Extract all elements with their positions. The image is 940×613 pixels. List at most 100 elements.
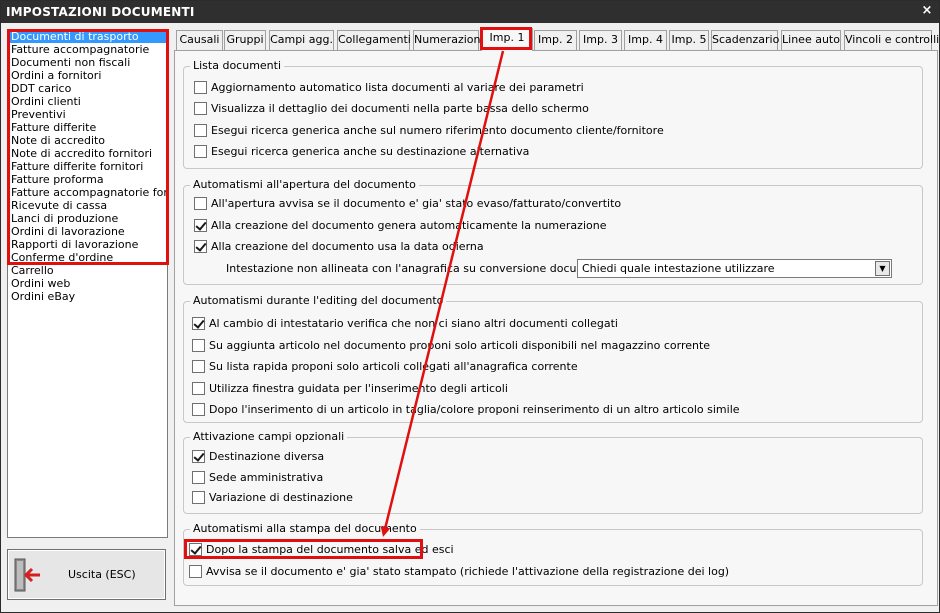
list-item[interactable]: Ricevute di cassa xyxy=(8,199,167,212)
window-titlebar: IMPOSTAZIONI DOCUMENTI × xyxy=(1,1,939,23)
option-row[interactable]: Su lista rapida proponi solo articoli co… xyxy=(192,358,578,374)
group-title: Automatismi durante l'editing del docume… xyxy=(190,294,447,307)
option-row[interactable]: Dopo la stampa del documento salva ed es… xyxy=(189,541,454,557)
checkbox[interactable] xyxy=(189,542,202,556)
option-row[interactable]: Esegui ricerca generica anche sul numero… xyxy=(194,122,664,138)
group-title: Attivazione campi opzionali xyxy=(190,430,348,443)
intestazione-select[interactable]: Chiedi quale intestazione utilizzare ▼ xyxy=(577,259,892,278)
option-label: All'apertura avvisa se il documento e' g… xyxy=(211,196,622,210)
list-item[interactable]: Documenti non fiscali xyxy=(8,56,167,69)
list-item[interactable]: Fatture differite xyxy=(8,121,167,134)
list-item[interactable]: Ordini di lavorazione xyxy=(8,225,167,238)
option-label: Esegui ricerca generica anche su destina… xyxy=(211,144,530,158)
checkbox[interactable] xyxy=(194,80,207,94)
option-label: Destinazione diversa xyxy=(209,449,325,463)
option-row[interactable]: Visualizza il dettaglio dei documenti ne… xyxy=(194,100,589,116)
tab-imp-2[interactable]: Imp. 2 xyxy=(534,30,577,50)
checkbox[interactable] xyxy=(194,196,207,210)
checkbox[interactable] xyxy=(192,338,205,352)
checkbox[interactable] xyxy=(194,218,207,232)
option-label: Dopo l'inserimento di un articolo in tag… xyxy=(209,402,740,416)
checkbox[interactable] xyxy=(192,402,205,416)
checkbox[interactable] xyxy=(192,381,205,395)
option-label: Al cambio di intestatario verifica che n… xyxy=(209,316,618,330)
document-type-list[interactable]: Documenti di trasporto Fatture accompagna… xyxy=(7,29,168,538)
list-item[interactable]: Fatture proforma xyxy=(8,173,167,186)
option-row[interactable]: Variazione di destinazione xyxy=(192,489,353,505)
list-item[interactable]: Ordini eBay xyxy=(8,290,167,303)
list-item[interactable]: Ordini a fornitori xyxy=(8,69,167,82)
option-label: Sede amministrativa xyxy=(209,470,324,484)
list-item[interactable]: Preventivi xyxy=(8,108,167,121)
checkbox[interactable] xyxy=(192,490,205,504)
tab-linee-auto[interactable]: Linee auto xyxy=(781,30,841,50)
option-label: Esegui ricerca generica anche sul numero… xyxy=(211,123,664,137)
checkbox[interactable] xyxy=(194,144,207,158)
tab-causali[interactable]: Causali xyxy=(176,30,223,50)
close-icon[interactable]: × xyxy=(919,3,935,19)
tab-imp-3[interactable]: Imp. 3 xyxy=(579,30,622,50)
intestazione-label: Intestazione non allineata con l'anagraf… xyxy=(226,262,620,275)
option-row[interactable]: Al cambio di intestatario verifica che n… xyxy=(192,315,618,331)
option-row[interactable]: Alla creazione del documento genera auto… xyxy=(194,217,606,233)
list-item[interactable]: Note di accredito fornitori xyxy=(8,147,167,160)
exit-button-label: Uscita (ESC) xyxy=(68,568,136,581)
tab-bar: Causali Gruppi Campi agg. Collegamenti Numer… xyxy=(174,28,939,51)
tab-imp-4[interactable]: Imp. 4 xyxy=(624,30,667,50)
tab-collegamenti[interactable]: Collegamenti xyxy=(337,30,411,50)
checkbox[interactable] xyxy=(194,239,207,253)
checkbox[interactable] xyxy=(194,101,207,115)
list-item[interactable]: DDT carico xyxy=(8,82,167,95)
tab-gruppi[interactable]: Gruppi xyxy=(224,30,266,50)
tab-numerazioni[interactable]: Numerazioni xyxy=(413,30,484,50)
option-row[interactable]: Utilizza finestra guidata per l'inserime… xyxy=(192,380,508,396)
list-item[interactable]: Fatture accompagnatorie xyxy=(8,43,167,56)
exit-door-icon xyxy=(14,558,40,592)
group-title: Automatismi alla stampa del documento xyxy=(190,522,420,535)
list-item[interactable]: Conferme d'ordine xyxy=(8,251,167,264)
tab-imp-5[interactable]: Imp. 5 xyxy=(669,30,709,50)
checkbox[interactable] xyxy=(192,316,205,330)
list-item[interactable]: Rapporti di lavorazione xyxy=(8,238,167,251)
window-title: IMPOSTAZIONI DOCUMENTI xyxy=(6,5,195,19)
list-item[interactable]: Lanci di produzione xyxy=(8,212,167,225)
list-item[interactable]: Carrello xyxy=(8,264,167,277)
exit-button[interactable]: Uscita (ESC) xyxy=(7,549,166,600)
option-row[interactable]: Esegui ricerca generica anche su destina… xyxy=(194,143,529,159)
group-title: Automatismi all'apertura del documento xyxy=(190,178,419,191)
list-item[interactable]: Note di accredito xyxy=(8,134,167,147)
list-item[interactable]: Ordini clienti xyxy=(8,95,167,108)
tab-panel-imp1: Lista documenti Automatismi all'apertura… xyxy=(174,50,938,606)
list-item[interactable]: Fatture differite fornitori xyxy=(8,160,167,173)
option-row[interactable]: Sede amministrativa xyxy=(192,469,323,485)
option-row[interactable]: All'apertura avvisa se il documento e' g… xyxy=(194,195,621,211)
checkbox[interactable] xyxy=(189,564,202,578)
list-item[interactable]: Documenti di trasporto xyxy=(8,30,167,43)
list-item[interactable]: Ordini web xyxy=(8,277,167,290)
option-label: Alla creazione del documento usa la data… xyxy=(211,239,484,253)
option-label: Aggiornamento automatico lista documenti… xyxy=(211,80,584,94)
option-label: Alla creazione del documento genera auto… xyxy=(211,218,607,232)
checkbox[interactable] xyxy=(194,123,207,137)
option-row[interactable]: Aggiornamento automatico lista documenti… xyxy=(194,79,584,95)
chevron-down-icon[interactable]: ▼ xyxy=(875,261,890,276)
option-row[interactable]: Avvisa se il documento e' gia' stato sta… xyxy=(189,563,729,579)
option-row[interactable]: Dopo l'inserimento di un articolo in tag… xyxy=(192,401,740,417)
tab-imp-1[interactable]: Imp. 1 xyxy=(481,28,533,51)
intestazione-value: Chiedi quale intestazione utilizzare xyxy=(582,262,775,275)
list-item[interactable]: Fatture accompagnatorie fornito xyxy=(8,186,167,199)
checkbox[interactable] xyxy=(192,470,205,484)
tab-vincoli-e-controlli[interactable]: Vincoli e controlli xyxy=(844,30,939,50)
option-row[interactable]: Su aggiunta articolo nel documento propo… xyxy=(192,337,710,353)
group-title: Lista documenti xyxy=(190,59,285,72)
option-label: Dopo la stampa del documento salva ed es… xyxy=(206,542,454,556)
option-row[interactable]: Alla creazione del documento usa la data… xyxy=(194,238,484,254)
checkbox[interactable] xyxy=(192,359,205,373)
option-label: Utilizza finestra guidata per l'inserime… xyxy=(209,381,508,395)
checkbox[interactable] xyxy=(192,449,205,463)
option-row[interactable]: Destinazione diversa xyxy=(192,448,324,464)
tab-scadenzario[interactable]: Scadenzario xyxy=(711,30,779,50)
settings-window: IMPOSTAZIONI DOCUMENTI × Documenti di tr… xyxy=(0,0,940,613)
tab-campi-agg[interactable]: Campi agg. xyxy=(269,30,334,50)
option-label: Su lista rapida proponi solo articoli co… xyxy=(209,359,578,373)
